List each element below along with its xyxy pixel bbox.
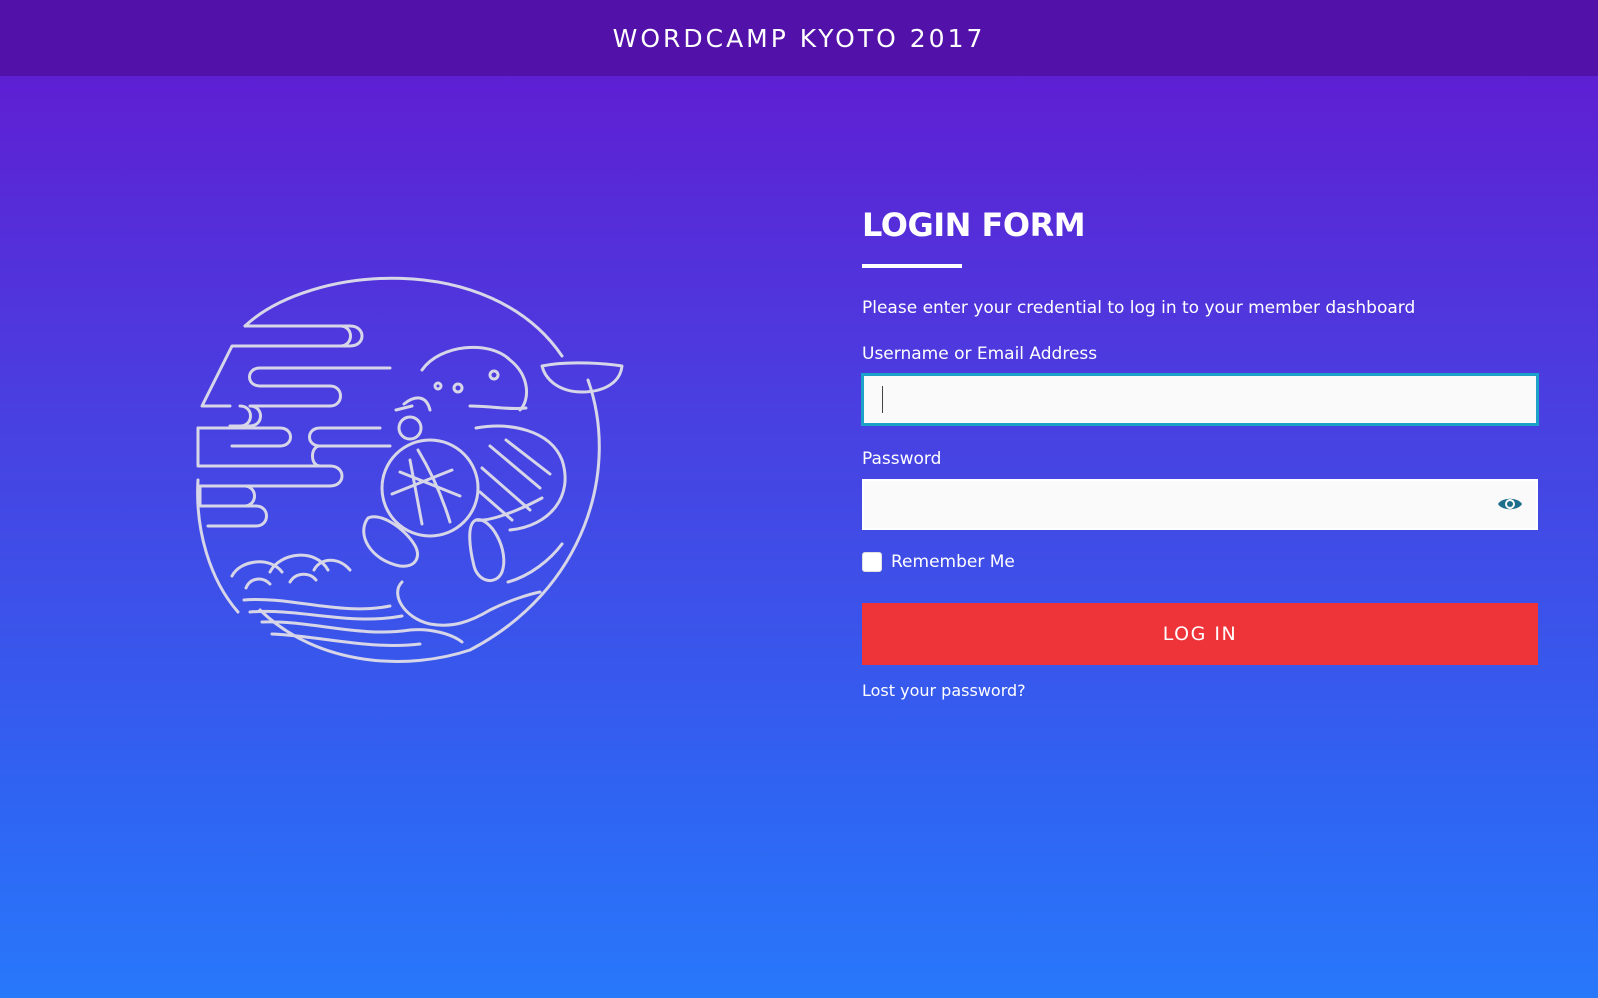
username-label: Username or Email Address [862, 344, 1098, 365]
login-form-panel: LOGIN FORM Please enter your credential … [862, 200, 1538, 701]
password-label: Password [862, 449, 942, 470]
password-field-wrap [862, 479, 1538, 531]
site-header: WORDCAMP KYOTO 2017 [0, 0, 1598, 76]
remember-me-label[interactable]: Remember Me [891, 552, 1015, 572]
wapuu-kyoto-icon [196, 276, 624, 663]
remember-me-row: Remember Me [862, 552, 1538, 573]
username-field-wrap [862, 374, 1538, 426]
login-form-title: LOGIN FORM [862, 206, 1086, 244]
text-caret [882, 386, 883, 414]
password-input[interactable] [862, 479, 1538, 531]
title-underline [862, 264, 962, 269]
login-intro-text: Please enter your credential to log in t… [862, 298, 1416, 319]
username-input[interactable] [862, 374, 1538, 426]
show-password-eye-icon[interactable] [1496, 491, 1524, 517]
site-title: WORDCAMP KYOTO 2017 [612, 23, 986, 53]
wapuu-illustration [190, 260, 640, 680]
login-button[interactable]: LOG IN [862, 603, 1538, 666]
remember-me-checkbox[interactable] [862, 552, 882, 573]
lost-password-link[interactable]: Lost your password? [862, 681, 1026, 700]
